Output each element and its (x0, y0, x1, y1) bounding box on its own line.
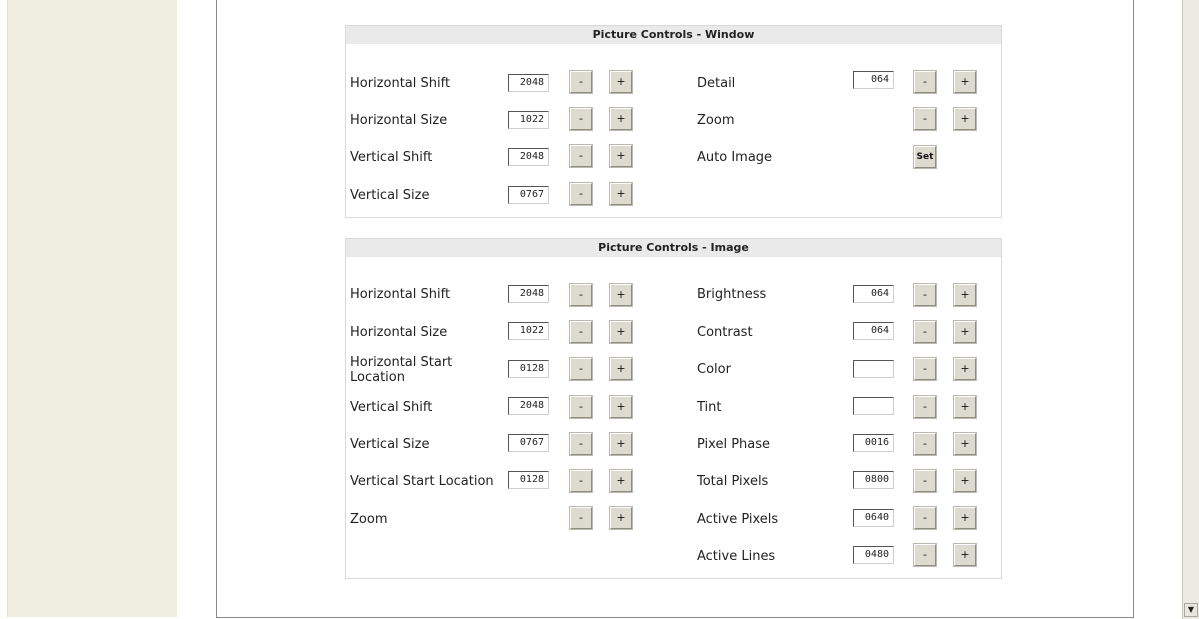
increment-button[interactable]: + (609, 182, 633, 206)
decrement-button[interactable]: - (569, 357, 593, 381)
increment-button[interactable]: + (953, 469, 977, 493)
decrement-button[interactable]: - (569, 469, 593, 493)
value-field[interactable]: 0767 (508, 186, 549, 204)
control-label: Total Pixels (697, 474, 769, 489)
control-label: Zoom (697, 113, 735, 128)
panel-title: Picture Controls - Window (346, 26, 1001, 44)
control-label: Active Pixels (697, 512, 779, 527)
value-field[interactable]: 0640 (853, 509, 894, 527)
control-label: Vertical Shift (350, 150, 433, 165)
decrement-button[interactable]: - (913, 107, 937, 131)
control-label: Contrast (697, 325, 753, 340)
value-field[interactable]: 2048 (508, 285, 549, 303)
decrement-button[interactable]: - (569, 182, 593, 206)
value-field[interactable]: 2048 (508, 148, 549, 166)
value-field[interactable]: 2048 (508, 397, 549, 415)
control-label: Vertical Shift (350, 400, 433, 415)
decrement-button[interactable]: - (569, 320, 593, 344)
increment-button[interactable]: + (609, 144, 633, 168)
value-field[interactable]: 1022 (508, 322, 549, 340)
decrement-button[interactable]: - (913, 432, 937, 456)
decrement-button[interactable]: - (569, 283, 593, 307)
control-label: Vertical Size (350, 437, 430, 452)
decrement-button[interactable]: - (913, 395, 937, 419)
control-label: Zoom (350, 512, 388, 527)
control-label: Brightness (697, 287, 767, 302)
value-field[interactable]: 0016 (853, 434, 894, 452)
panel-title: Picture Controls - Image (346, 239, 1001, 257)
increment-button[interactable]: + (953, 395, 977, 419)
value-field[interactable]: 1022 (508, 111, 549, 129)
control-label: Vertical Size (350, 188, 430, 203)
increment-button[interactable]: + (953, 107, 977, 131)
set-button[interactable]: Set (913, 145, 937, 169)
value-field[interactable]: 064 (853, 322, 894, 340)
decrement-button[interactable]: - (569, 144, 593, 168)
increment-button[interactable]: + (609, 320, 633, 344)
left-sidebar (7, 0, 177, 617)
increment-button[interactable]: + (609, 469, 633, 493)
increment-button[interactable]: + (953, 70, 977, 94)
control-label: Color (697, 362, 731, 377)
decrement-button[interactable]: - (913, 506, 937, 530)
decrement-button[interactable]: - (913, 469, 937, 493)
vertical-scrollbar[interactable]: ▼ (1182, 0, 1199, 619)
value-field[interactable]: 0128 (508, 471, 549, 489)
increment-button[interactable]: + (609, 432, 633, 456)
value-field[interactable]: 0128 (508, 360, 549, 378)
value-field[interactable] (853, 397, 894, 415)
control-label: Vertical Start Location (350, 474, 494, 489)
increment-button[interactable]: + (609, 283, 633, 307)
increment-button[interactable]: + (609, 395, 633, 419)
decrement-button[interactable]: - (569, 70, 593, 94)
value-field[interactable]: 064 (853, 71, 894, 89)
decrement-button[interactable]: - (569, 395, 593, 419)
control-label: Detail (697, 76, 736, 91)
increment-button[interactable]: + (953, 506, 977, 530)
decrement-button[interactable]: - (913, 283, 937, 307)
increment-button[interactable]: + (953, 543, 977, 567)
control-label: Horizontal Start Location (350, 355, 453, 385)
value-field[interactable]: 2048 (508, 74, 549, 92)
increment-button[interactable]: + (953, 357, 977, 381)
increment-button[interactable]: + (609, 357, 633, 381)
decrement-button[interactable]: - (913, 320, 937, 344)
value-field[interactable] (853, 360, 894, 378)
control-label: Active Lines (697, 549, 776, 564)
increment-button[interactable]: + (953, 320, 977, 344)
control-label: Pixel Phase (697, 437, 771, 452)
increment-button[interactable]: + (609, 506, 633, 530)
decrement-button[interactable]: - (569, 107, 593, 131)
control-label: Horizontal Shift (350, 287, 451, 302)
decrement-button[interactable]: - (913, 70, 937, 94)
control-label: Horizontal Shift (350, 76, 451, 91)
decrement-button[interactable]: - (913, 357, 937, 381)
value-field[interactable]: 064 (853, 285, 894, 303)
control-label: Horizontal Size (350, 325, 448, 340)
increment-button[interactable]: + (953, 432, 977, 456)
increment-button[interactable]: + (609, 70, 633, 94)
control-label: Horizontal Size (350, 113, 448, 128)
decrement-button[interactable]: - (569, 432, 593, 456)
scroll-down-icon[interactable]: ▼ (1184, 603, 1198, 617)
value-field[interactable]: 0480 (853, 546, 894, 564)
increment-button[interactable]: + (953, 283, 977, 307)
decrement-button[interactable]: - (913, 543, 937, 567)
value-field[interactable]: 0767 (508, 434, 549, 452)
control-label: Auto Image (697, 150, 773, 165)
control-label: Tint (697, 400, 722, 415)
value-field[interactable]: 0800 (853, 471, 894, 489)
increment-button[interactable]: + (609, 107, 633, 131)
decrement-button[interactable]: - (569, 506, 593, 530)
